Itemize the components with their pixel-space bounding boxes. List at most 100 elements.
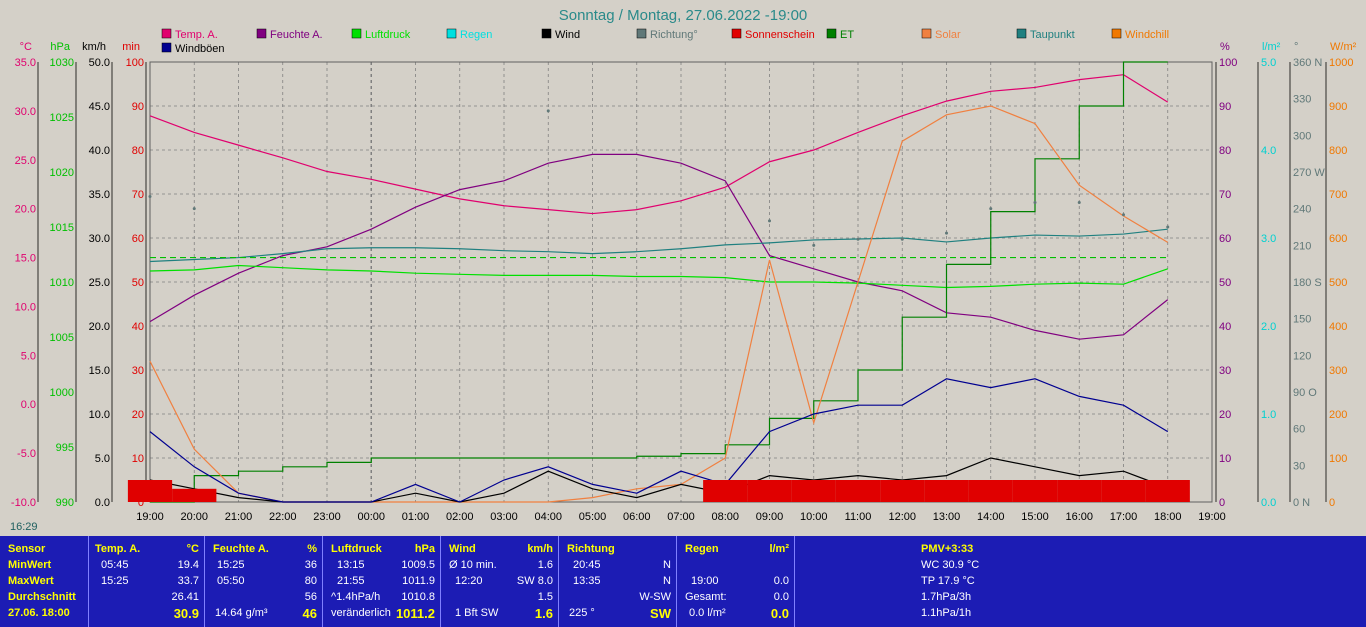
direction-point — [900, 237, 904, 241]
sunshine-bar — [924, 480, 969, 502]
right-axis-tick: 2.0 — [1261, 321, 1276, 333]
pmv-wc: WC 30.9 °C — [921, 559, 980, 571]
left-axis-tick: 80 — [132, 145, 144, 157]
left-axis-tick: 30.0 — [89, 233, 110, 245]
left-axis-tick: 50 — [132, 277, 144, 289]
right-axis-tick: 700 — [1329, 189, 1347, 201]
right-axis-tick: 0 N — [1293, 497, 1310, 509]
rain-total-label: Gesamt: — [685, 591, 727, 603]
pressure-trend: ^1.4hPa/h — [331, 591, 381, 603]
temp-avg: 26.41 — [171, 591, 199, 603]
left-axis-tick: 100 — [126, 57, 144, 69]
direction-max-val: N — [663, 575, 671, 587]
max-label: MaxWert — [8, 575, 54, 587]
rain-val: 0.0 — [773, 575, 789, 587]
direction-point — [546, 109, 550, 113]
temp-max-val: 33.7 — [177, 575, 199, 587]
left-axis-tick: 70 — [132, 189, 144, 201]
left-axis-tick: 10.0 — [89, 409, 110, 421]
left-axis-tick: 30 — [132, 365, 144, 377]
direction-point — [856, 237, 860, 241]
direction-current: SW — [650, 606, 671, 621]
left-axis-unit: min — [122, 41, 140, 53]
pressure-min-time: 13:15 — [337, 559, 365, 571]
right-axis-tick: 70 — [1219, 189, 1231, 201]
sunrise-time: 16:29 — [10, 521, 38, 533]
x-tick-label: 20:00 — [180, 511, 208, 523]
legend-label: Solar — [935, 29, 961, 41]
humidity-column: Feuchte A. % 15:25 36 05:50 80 56 14.64 … — [204, 536, 323, 627]
x-tick-label: 05:00 — [579, 511, 607, 523]
right-axis-tick: 600 — [1329, 233, 1347, 245]
legend-label: Richtung° — [650, 29, 698, 41]
left-axis-tick: 40 — [132, 321, 144, 333]
left-axis-tick: 25.0 — [15, 155, 36, 167]
right-axis-tick: 10 — [1219, 453, 1231, 465]
rain-unit: l/m² — [769, 543, 789, 555]
x-tick-label: 19:00 — [1198, 511, 1226, 523]
x-tick-label: 08:00 — [711, 511, 739, 523]
left-axis-tick: 20 — [132, 409, 144, 421]
legend-swatch — [1111, 28, 1122, 39]
direction-point — [148, 194, 152, 198]
direction-point — [1077, 201, 1081, 205]
right-axis-tick: 0.0 — [1261, 497, 1276, 509]
x-tick-label: 07:00 — [667, 511, 695, 523]
legend-label: Regen — [460, 29, 492, 41]
wind-gust-time: 12:20 — [455, 575, 483, 587]
left-axis-tick: 60 — [132, 233, 144, 245]
right-axis-unit: % — [1220, 41, 1230, 53]
humidity-max-time: 05:50 — [217, 575, 245, 587]
legend-swatch — [161, 28, 172, 39]
left-axis-tick: 15.0 — [89, 365, 110, 377]
right-axis-tick: 180 S — [1293, 277, 1322, 289]
right-axis-tick: 80 — [1219, 145, 1231, 157]
sunshine-bar — [791, 480, 836, 502]
legend-swatch — [161, 42, 172, 53]
right-axis-tick: 200 — [1329, 409, 1347, 421]
legend-swatch — [541, 28, 552, 39]
left-axis-tick: 1030 — [50, 57, 74, 69]
left-axis-tick: 40.0 — [89, 145, 110, 157]
right-axis-tick: 30 — [1293, 460, 1305, 472]
wind-gust-val: SW 8.0 — [516, 575, 553, 587]
sensor-header: Sensor — [8, 543, 46, 555]
pressure-min-val: 1009.5 — [401, 559, 435, 571]
pressure-trend-text: veränderlich — [331, 607, 391, 619]
sunshine-bar — [1012, 480, 1058, 502]
legend-label: Wind — [555, 29, 580, 41]
humidity-abs: 14.64 g/m³ — [215, 607, 268, 619]
wind-avg-label: Ø 10 min. — [449, 559, 497, 571]
right-axis-tick: 1.0 — [1261, 409, 1276, 421]
legend-swatch — [826, 28, 837, 39]
rain-day: 0.0 l/m² — [689, 607, 726, 619]
right-axis-tick: 0 — [1219, 497, 1225, 509]
direction-point — [989, 207, 993, 211]
wind-current: 1.6 — [534, 606, 553, 621]
x-tick-label: 00:00 — [357, 511, 385, 523]
legend-label: Feuchte A. — [270, 29, 323, 41]
right-axis-tick: 300 — [1293, 130, 1311, 142]
temp-current: 30.9 — [173, 606, 199, 621]
legend: Temp. A. Feuchte A. Luftdruck Regen Wind Rich… — [161, 28, 1169, 55]
pmv-column: PMV+3:33 WC 30.9 °C TP 17.9 °C 1.7hPa/3h… — [794, 536, 1366, 627]
x-tick-label: 01:00 — [402, 511, 430, 523]
right-axis-tick: 330 — [1293, 94, 1311, 106]
left-axis-tick: 1010 — [50, 277, 74, 289]
left-axis-unit: km/h — [82, 41, 106, 53]
sunshine-bar — [747, 480, 792, 502]
sunshine-bar — [1145, 480, 1190, 502]
right-axis-tick: 4.0 — [1261, 145, 1276, 157]
x-tick-label: 23:00 — [313, 511, 341, 523]
wind-avg: 1.5 — [537, 591, 553, 603]
direction-deg: 225 ° — [569, 607, 595, 619]
left-axis-tick: 30.0 — [15, 106, 36, 118]
left-axis-tick: 20.0 — [15, 204, 36, 216]
x-tick-label: 09:00 — [756, 511, 784, 523]
x-tick-label: 13:00 — [933, 511, 961, 523]
left-axis-tick: 45.0 — [89, 101, 110, 113]
right-axis-tick: 50 — [1219, 277, 1231, 289]
direction-column: Richtung 20:45 N 13:35 N W-SW 225 ° SW — [558, 536, 677, 627]
left-axis-tick: -5.0 — [17, 448, 36, 460]
legend-swatch — [921, 28, 932, 39]
